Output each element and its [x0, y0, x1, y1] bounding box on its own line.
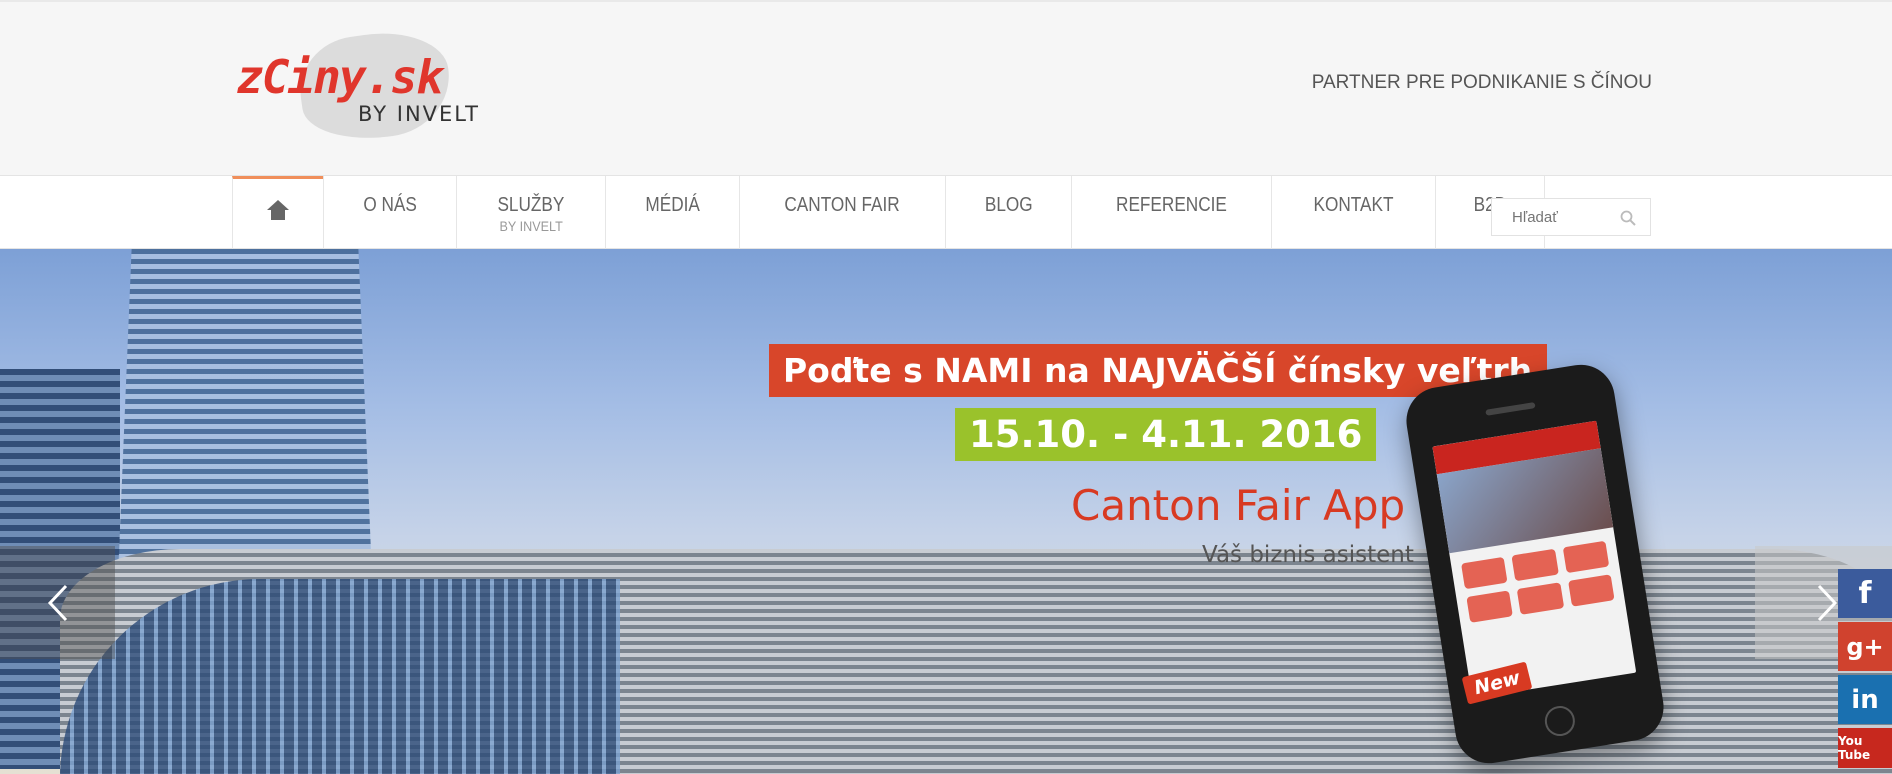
phone-screen	[1432, 420, 1637, 699]
hero-slider: Poďte s NAMI na NAJVÄČŠÍ čínsky veľtrh 1…	[0, 249, 1892, 774]
nav-label: BLOG	[984, 194, 1033, 216]
phone-home-button	[1542, 703, 1578, 739]
social-share-bar: f g+ in You Tube	[1838, 569, 1892, 772]
facebook-icon[interactable]: f	[1838, 569, 1892, 618]
slide-app-name: Canton Fair App	[1071, 481, 1406, 530]
nav-sublabel: BY INVELT	[499, 218, 563, 234]
nav-item-o-nas[interactable]: O NÁS	[323, 176, 456, 250]
site-logo[interactable]: zCiny.sk BY INVELT	[232, 24, 492, 148]
home-icon	[267, 200, 289, 220]
nav-item-sluzby[interactable]: SLUŽBY BY INVELT	[456, 176, 605, 250]
header-tagline: PARTNER PRE PODNIKANIE S ČÍNOU	[1311, 72, 1652, 93]
logo-brand-text: zCiny.sk	[236, 50, 444, 104]
nav-item-media[interactable]: MÉDIÁ	[605, 176, 739, 250]
linkedin-icon[interactable]: in	[1838, 675, 1892, 724]
nav-label: SLUŽBY	[497, 194, 565, 216]
chevron-right-icon	[1817, 584, 1838, 622]
nav-item-blog[interactable]: BLOG	[944, 176, 1072, 250]
nav-label: KONTAKT	[1313, 194, 1394, 216]
nav-item-canton-fair[interactable]: CANTON FAIR	[739, 176, 944, 250]
google-plus-icon[interactable]: g+	[1838, 622, 1892, 671]
nav-item-home[interactable]	[232, 176, 323, 250]
logo-sub-text: BY INVELT	[358, 102, 480, 126]
main-navigation: O NÁS SLUŽBY BY INVELT MÉDIÁ CANTON FAIR…	[0, 175, 1892, 250]
nav-item-kontakt[interactable]: KONTAKT	[1270, 176, 1435, 250]
nav-item-referencie[interactable]: REFERENCIE	[1071, 176, 1271, 250]
search-box	[1491, 198, 1651, 236]
search-input[interactable]	[1492, 199, 1612, 235]
slide-dates: 15.10. - 4.11. 2016	[955, 408, 1377, 461]
slide-app-description: Váš biznis asistent	[1202, 542, 1414, 568]
site-header: zCiny.sk BY INVELT PARTNER PRE PODNIKANI…	[0, 0, 1892, 175]
youtube-icon[interactable]: You Tube	[1838, 728, 1892, 768]
chevron-left-icon	[47, 584, 68, 622]
search-icon[interactable]	[1620, 210, 1636, 226]
nav-label: CANTON FAIR	[784, 194, 901, 216]
nav-label: O NÁS	[363, 194, 417, 216]
phone-speaker	[1485, 402, 1536, 416]
slider-prev-button[interactable]	[0, 546, 115, 659]
nav-label: REFERENCIE	[1116, 194, 1227, 216]
nav-label: MÉDIÁ	[645, 194, 700, 216]
